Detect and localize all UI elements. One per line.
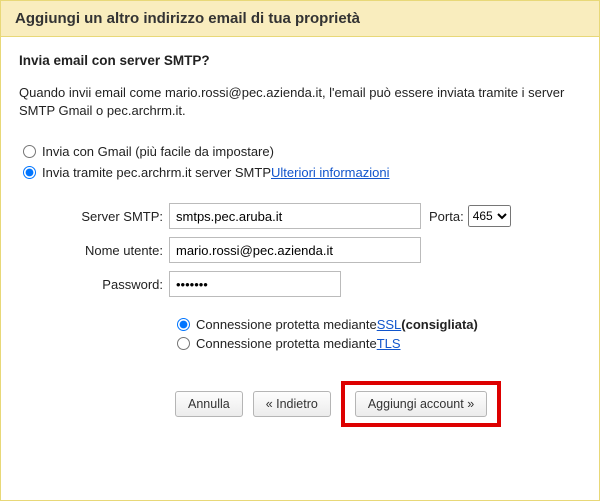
option-tls[interactable]: Connessione protetta mediante TLS [175, 334, 581, 353]
radio-smtp[interactable] [23, 166, 36, 179]
radio-tls[interactable] [177, 337, 190, 350]
label-server: Server SMTP: [19, 209, 169, 224]
label-username: Nome utente: [19, 243, 169, 258]
field-password: Password: [19, 267, 581, 301]
field-server: Server SMTP: Porta: 465 [19, 199, 581, 233]
more-info-link[interactable]: Ulteriori informazioni [271, 165, 389, 180]
description-text: Quando invii email come mario.rossi@pec.… [19, 78, 581, 141]
field-username: Nome utente: [19, 233, 581, 267]
ssl-text: Connessione protetta mediante [196, 317, 377, 332]
security-options: Connessione protetta mediante SSL (consi… [19, 301, 581, 353]
dialog-title: Aggiungi un altro indirizzo email di tua… [1, 1, 599, 37]
smtp-form: Server SMTP: Porta: 465 Nome utente: Pas… [19, 183, 581, 427]
dialog-content: Invia email con server SMTP? Quando invi… [1, 37, 599, 447]
ssl-link[interactable]: SSL [377, 317, 402, 332]
cancel-button[interactable]: Annulla [175, 391, 243, 417]
button-row: Annulla « Indietro Aggiungi account » [19, 353, 581, 427]
username-input[interactable] [169, 237, 421, 263]
dialog-window: Aggiungi un altro indirizzo email di tua… [0, 0, 600, 501]
server-input[interactable] [169, 203, 421, 229]
option-gmail-label: Invia con Gmail (più facile da impostare… [42, 144, 274, 159]
label-porta: Porta: [429, 209, 464, 224]
back-button[interactable]: « Indietro [253, 391, 331, 417]
tls-text: Connessione protetta mediante [196, 336, 377, 351]
primary-highlight: Aggiungi account » [341, 381, 501, 427]
option-smtp-label: Invia tramite pec.archrm.it server SMTP [42, 165, 271, 180]
radio-gmail[interactable] [23, 145, 36, 158]
sub-header: Invia email con server SMTP? [19, 49, 581, 78]
option-ssl[interactable]: Connessione protetta mediante SSL (consi… [175, 315, 581, 334]
password-input[interactable] [169, 271, 341, 297]
label-password: Password: [19, 277, 169, 292]
radio-ssl[interactable] [177, 318, 190, 331]
option-send-with-gmail[interactable]: Invia con Gmail (più facile da impostare… [19, 141, 581, 162]
add-account-button[interactable]: Aggiungi account » [355, 391, 487, 417]
option-send-via-smtp[interactable]: Invia tramite pec.archrm.it server SMTP … [19, 162, 581, 183]
tls-link[interactable]: TLS [377, 336, 401, 351]
ssl-recommended: (consigliata) [401, 317, 478, 332]
porta-select[interactable]: 465 [468, 205, 511, 227]
